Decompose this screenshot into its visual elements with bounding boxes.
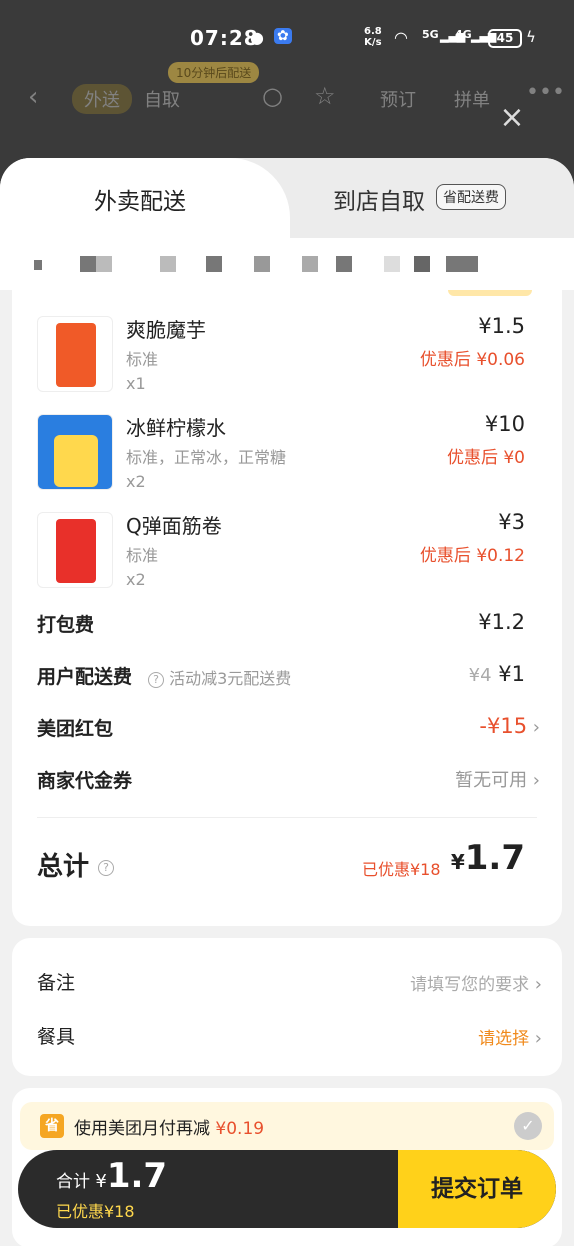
more-icon: •••: [526, 80, 565, 105]
list-item[interactable]: 爽脆魔芋 标准 x1 ¥1.5 优惠后 ¥0.06: [12, 312, 562, 408]
signal-5g-icon: 5G: [422, 28, 439, 41]
divider: [37, 817, 537, 818]
check-icon[interactable]: ✓: [514, 1112, 542, 1140]
close-button[interactable]: ×: [496, 102, 528, 134]
order-summary-card: 爽脆魔芋 标准 x1 ¥1.5 优惠后 ¥0.06 冰鲜柠檬水 标准，正常冰，正…: [12, 290, 562, 926]
chevron-right-icon: ›: [529, 1028, 542, 1049]
charging-icon: ϟ: [526, 28, 536, 46]
order-sheet: 到店自取 省配送费 外卖配送 爽脆魔芋 标准 x1 ¥1.5 优惠后 ¥0.06: [0, 158, 574, 1246]
back-icon: ‹: [28, 82, 39, 112]
wifi-icon: ◠: [394, 28, 408, 47]
search-icon: ○: [262, 82, 283, 110]
paw-app-icon: ✿: [274, 28, 292, 44]
help-icon[interactable]: ?: [148, 671, 164, 688]
packing-fee-row: 打包费 ¥1.2: [37, 610, 525, 636]
checkout-saved: 已优惠¥18: [56, 1202, 135, 1221]
save-icon: 省: [40, 1114, 64, 1138]
chevron-right-icon: ›: [527, 770, 540, 791]
background-nav: ‹ 外送 自取 ○ ☆ 预订 拼单 •••: [28, 80, 565, 114]
item-image: [37, 414, 113, 490]
list-item[interactable]: 冰鲜柠檬水 标准，正常冰，正常糖 x2 ¥10 优惠后 ¥0: [12, 410, 562, 506]
checkout-total: 合计 ¥1.7: [56, 1156, 168, 1196]
red-packet-row[interactable]: 美团红包 -¥15 ›: [12, 714, 562, 744]
item-image: [37, 316, 113, 392]
submit-order-button[interactable]: 提交订单: [398, 1150, 556, 1228]
total-label: 总计 ?: [37, 846, 115, 883]
star-icon: ☆: [314, 82, 336, 110]
chevron-right-icon: ›: [527, 717, 540, 738]
total-saved: 已优惠¥18: [362, 860, 441, 879]
extras-card: 备注 请填写您的要求 › 餐具 请选择 ›: [12, 938, 562, 1076]
tab-delivery[interactable]: 外卖配送: [0, 158, 290, 238]
remark-row[interactable]: 备注 请填写您的要求 ›: [12, 968, 562, 998]
status-bar: 07:28 ● ✿ 6.8 K/s ◠ 5G ▂▄▆ 4G ▂▄▆ 45 ϟ: [0, 0, 574, 74]
pickup-badge: 省配送费: [436, 184, 506, 210]
item-image: [37, 512, 113, 588]
list-item[interactable]: Q弹面筋卷 标准 x2 ¥3 优惠后 ¥0.12: [12, 508, 562, 604]
delivery-fee-row: 用户配送费 ? 活动减3元配送费 ¥4 ¥1: [37, 662, 525, 688]
battery-icon: 45: [488, 29, 522, 48]
net-speed: 6.8 K/s: [364, 26, 382, 48]
chevron-right-icon: ›: [529, 974, 542, 995]
tab-bar: 到店自取 省配送费 外卖配送: [0, 158, 574, 238]
promo-tab-edge: [448, 290, 532, 296]
help-icon[interactable]: ?: [98, 859, 115, 876]
total-amount: ¥1.7: [450, 838, 525, 878]
monthly-pay-promo[interactable]: 省 使用美团月付再减 ¥0.19 ✓: [20, 1102, 554, 1150]
utensils-row[interactable]: 餐具 请选择 ›: [12, 1022, 562, 1052]
tab-pickup[interactable]: 到店自取: [333, 182, 425, 216]
wechat-icon: ●: [250, 28, 264, 47]
address-blurred[interactable]: [0, 238, 574, 290]
signal-4g-icon: 4G: [455, 28, 472, 41]
voucher-row[interactable]: 商家代金券 暂无可用 ›: [12, 766, 562, 796]
checkout-bar: 合计 ¥1.7 已优惠¥18 提交订单: [18, 1150, 556, 1228]
status-time: 07:28: [190, 26, 259, 50]
